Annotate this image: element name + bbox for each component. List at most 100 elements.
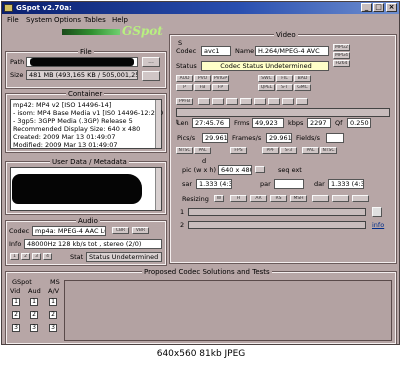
audio-tab-1[interactable]: 1 bbox=[10, 253, 19, 260]
ms-col-label: MS bbox=[50, 278, 60, 286]
s3-button[interactable]: S-3 bbox=[280, 147, 297, 154]
menu-tables[interactable]: Tables bbox=[84, 15, 106, 26]
audio-tab-2[interactable]: 2 bbox=[21, 253, 30, 260]
ntsc-button-2[interactable]: NTSC bbox=[320, 147, 337, 154]
pic-label: pic (w x h) bbox=[182, 166, 217, 174]
dar-field: 1.333 (4:3) bbox=[328, 179, 364, 189]
browse-button[interactable]: ... bbox=[142, 57, 160, 67]
aud-test-1[interactable]: 1 bbox=[30, 298, 38, 306]
mpg2-button[interactable]: MPG2 bbox=[333, 44, 350, 51]
resize-option-button[interactable] bbox=[312, 195, 329, 202]
aud-test-3[interactable]: 3 bbox=[30, 324, 38, 332]
metadata-box[interactable] bbox=[10, 167, 162, 211]
gmc-button[interactable]: GMC bbox=[294, 84, 311, 91]
gspot-col-label: GSpot bbox=[12, 278, 32, 286]
frame-flag-button[interactable] bbox=[282, 98, 294, 105]
image-caption: 640x560 81kb JPEG bbox=[156, 349, 246, 359]
size-unit-button[interactable] bbox=[142, 71, 160, 81]
len-field: 27:45.76 bbox=[192, 118, 230, 128]
resize-row-1 bbox=[188, 208, 366, 216]
frame-flag-button[interactable] bbox=[240, 98, 252, 105]
metadata-scrollbar[interactable] bbox=[155, 168, 161, 210]
qpel-button[interactable]: QPEL bbox=[258, 84, 275, 91]
frame-flag-button[interactable] bbox=[212, 98, 224, 105]
frame-flag-button[interactable] bbox=[198, 98, 210, 105]
vid-test-2[interactable]: 2 bbox=[12, 311, 20, 319]
container-line: Modified: 2009 Mar 13 01:49:07 bbox=[13, 141, 118, 149]
vid-test-3[interactable]: 3 bbox=[12, 324, 20, 332]
frame-flag-button[interactable] bbox=[268, 98, 280, 105]
pic-field: 640 x 480 bbox=[218, 165, 252, 175]
aud-col-label: Aud bbox=[28, 287, 41, 295]
resize-w-button[interactable]: W bbox=[214, 195, 224, 202]
path-label: Path bbox=[10, 58, 25, 66]
pic-dropdown-button[interactable] bbox=[255, 166, 265, 173]
frame-flag-button[interactable] bbox=[254, 98, 266, 105]
menu-system[interactable]: System bbox=[26, 15, 52, 26]
ppf-button[interactable]: PPF bbox=[262, 147, 279, 154]
aud-button[interactable]: AUD bbox=[176, 75, 193, 82]
pics-label: Pics/s bbox=[177, 134, 196, 142]
resize-check-1[interactable] bbox=[372, 207, 382, 217]
pvo-button[interactable]: PVO bbox=[194, 75, 211, 82]
mpg4-button[interactable]: MPG4 bbox=[333, 52, 350, 59]
fp-button[interactable]: FP bbox=[212, 84, 229, 91]
progress-indicator bbox=[62, 29, 120, 35]
resize-ar-button[interactable]: AR bbox=[250, 195, 267, 202]
cbr-button[interactable]: CBR bbox=[112, 227, 129, 234]
fb-button[interactable]: FB bbox=[194, 84, 211, 91]
app-icon bbox=[4, 4, 13, 12]
pvigp-button[interactable]: PVIGP bbox=[212, 75, 229, 82]
vid-col-label: Vid bbox=[10, 287, 21, 295]
fil-button[interactable]: FIL bbox=[276, 75, 293, 82]
p-button[interactable]: P bbox=[176, 84, 193, 91]
video-codec-field: avc1 bbox=[201, 46, 231, 56]
resize-h-button[interactable]: H bbox=[230, 195, 247, 202]
qf-field: 0.250 bbox=[347, 118, 371, 128]
audio-tab-3[interactable]: 3 bbox=[32, 253, 41, 260]
fps-button[interactable]: FPS bbox=[230, 147, 247, 154]
dar-label: dar bbox=[314, 180, 325, 188]
aud-test-2[interactable]: 2 bbox=[30, 311, 38, 319]
menu-options[interactable]: Options bbox=[54, 15, 81, 26]
menu-bar: File System Options Tables Help bbox=[2, 15, 399, 26]
container-scrollbar[interactable] bbox=[155, 100, 161, 148]
vid-test-1[interactable]: 1 bbox=[12, 298, 20, 306]
bad-button[interactable]: BAD bbox=[294, 75, 311, 82]
container-line: mp42: MP4 v2 [ISO 14496-14] bbox=[13, 101, 112, 109]
info-link[interactable]: info bbox=[372, 221, 384, 229]
pal-button-2[interactable]: PAL bbox=[302, 147, 319, 154]
pal-button[interactable]: PAL bbox=[194, 147, 211, 154]
audio-codec-field: mp4a: MPEG-4 AAC LC bbox=[32, 226, 106, 236]
frms-label: Frms bbox=[234, 119, 250, 127]
frame-type-strip bbox=[176, 108, 390, 117]
av-test-2[interactable]: 2 bbox=[49, 311, 57, 319]
row-1-label: 1 bbox=[180, 208, 185, 216]
gspot-window: GSpot v2.70a: _ □ × File System Options … bbox=[1, 1, 400, 345]
resize-rs-button[interactable]: RS bbox=[270, 195, 287, 202]
frame-flag-button[interactable] bbox=[296, 98, 308, 105]
close-button[interactable]: × bbox=[386, 3, 397, 12]
h264-button[interactable]: H264 bbox=[333, 60, 350, 67]
container-info-box[interactable]: mp42: MP4 v2 [ISO 14496-14] - isom: MP4 … bbox=[10, 99, 163, 149]
resize-option-button[interactable] bbox=[332, 195, 349, 202]
swc-button[interactable]: SWC bbox=[258, 75, 275, 82]
audio-status-field: Status Undetermined bbox=[86, 252, 162, 262]
frms-field: 49,923 bbox=[252, 118, 284, 128]
av-test-1[interactable]: 1 bbox=[49, 298, 57, 306]
maximize-button[interactable]: □ bbox=[373, 3, 384, 12]
st-button[interactable]: S-T bbox=[276, 84, 293, 91]
resize-msh-button[interactable]: MSH bbox=[290, 195, 307, 202]
resize-option-button[interactable] bbox=[352, 195, 369, 202]
audio-tab-4[interactable]: 4 bbox=[43, 253, 52, 260]
resize-row-2 bbox=[188, 221, 366, 229]
minimize-button[interactable]: _ bbox=[361, 3, 372, 12]
ppfb-button[interactable]: PPFB bbox=[176, 98, 193, 105]
menu-file[interactable]: File bbox=[7, 15, 19, 26]
av-test-3[interactable]: 3 bbox=[49, 324, 57, 332]
video-s-label: S bbox=[178, 39, 183, 47]
par-field bbox=[274, 179, 304, 189]
frame-flag-button[interactable] bbox=[226, 98, 238, 105]
ntsc-button[interactable]: NTSC bbox=[176, 147, 193, 154]
vbr-button[interactable]: VBR bbox=[132, 227, 149, 234]
